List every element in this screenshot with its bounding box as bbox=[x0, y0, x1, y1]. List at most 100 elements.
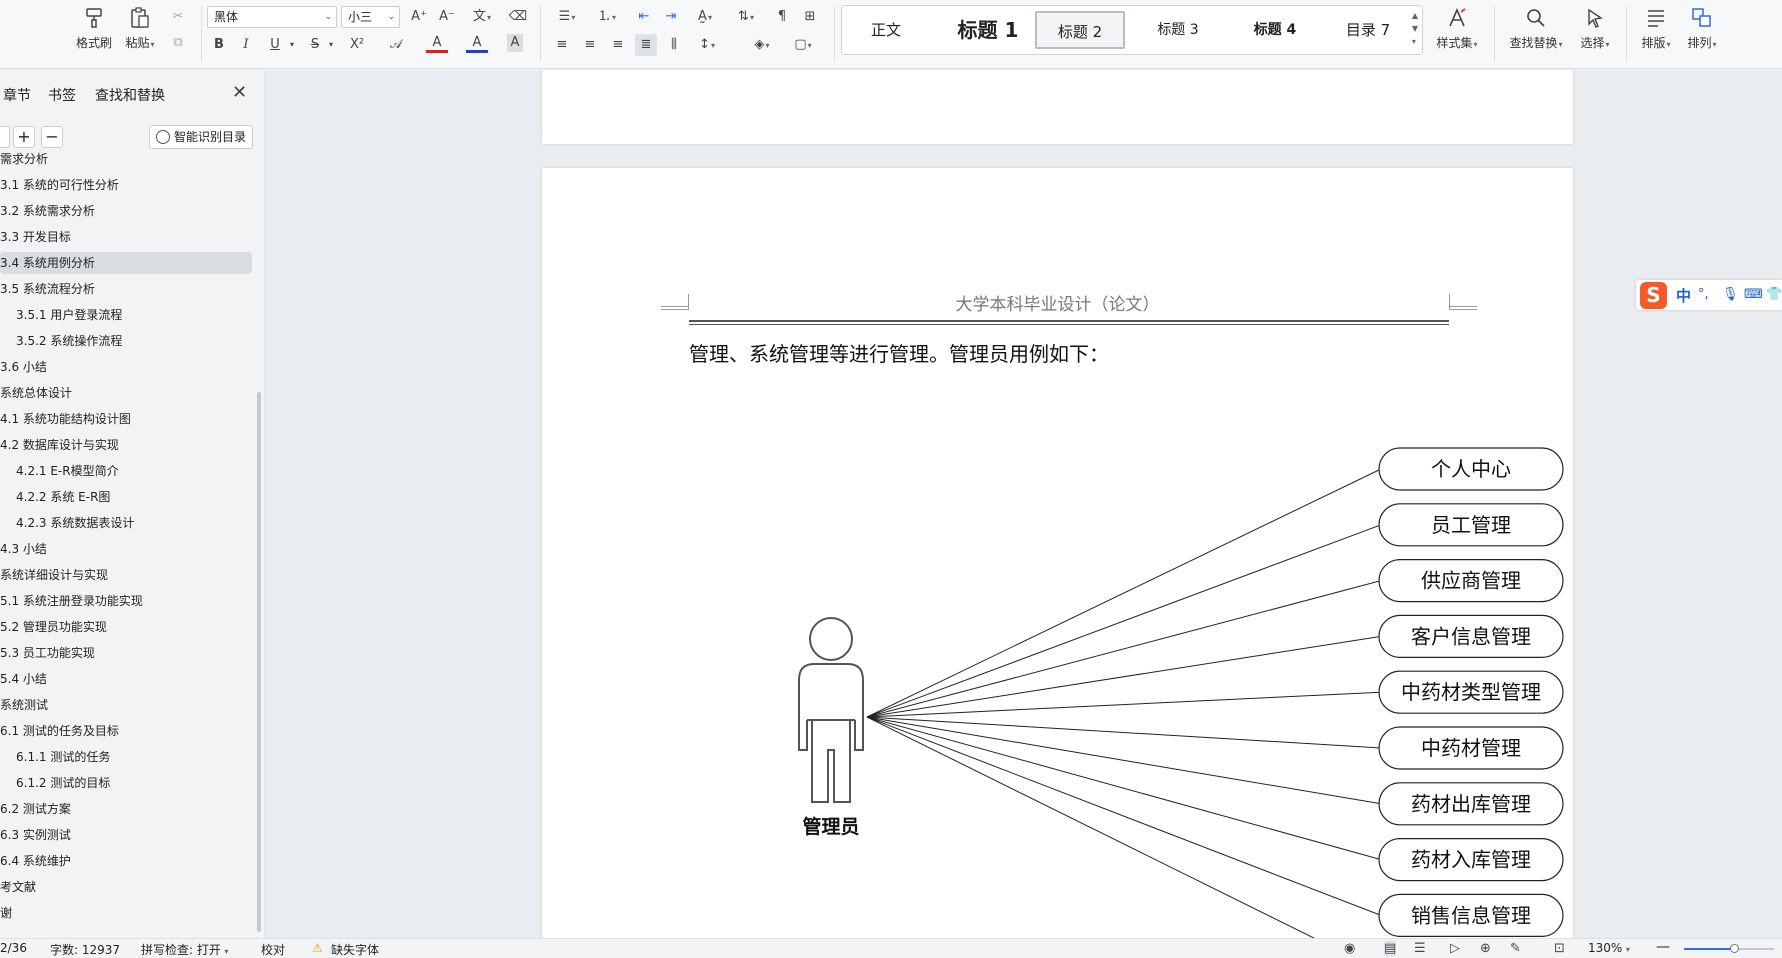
toc-item[interactable]: 系统总体设计 bbox=[0, 382, 252, 404]
play-icon[interactable]: ▷ bbox=[1450, 941, 1460, 956]
punctuation-icon[interactable]: °, bbox=[1698, 287, 1709, 302]
toc-item[interactable]: 3.4 系统用例分析 bbox=[0, 252, 252, 274]
bullet-list-icon[interactable]: ☰▾ bbox=[552, 6, 582, 28]
layout-button[interactable]: 排版▾ bbox=[1636, 4, 1676, 56]
cut-icon[interactable]: ✂ bbox=[167, 6, 189, 28]
char-shading-icon[interactable]: A bbox=[507, 34, 523, 52]
toc-item[interactable]: 4.2 数据库设计与实现 bbox=[0, 434, 252, 456]
toc-item[interactable]: 4.2.2 系统 E-R图 bbox=[0, 486, 252, 508]
toc-item[interactable]: 5.3 员工功能实现 bbox=[0, 642, 252, 664]
zoom-out-button[interactable]: — bbox=[1656, 939, 1670, 955]
toc-item[interactable]: 5.1 系统注册登录功能实现 bbox=[0, 590, 252, 612]
spell-check-toggle[interactable]: 拼写检查: 打开 ▾ bbox=[141, 941, 228, 958]
web-view-icon[interactable]: ⊕ bbox=[1480, 941, 1491, 956]
word-count[interactable]: 字数: 12937 bbox=[50, 941, 120, 958]
tab-chapters[interactable]: 章节 bbox=[3, 85, 31, 105]
expand-all-button[interactable]: + bbox=[13, 126, 35, 148]
distributed-align-icon[interactable]: ⫼ bbox=[663, 34, 685, 56]
style-heading-1[interactable]: 标题 1 bbox=[938, 11, 1038, 49]
tab-bookmarks[interactable]: 书签 bbox=[48, 85, 76, 105]
toc-item[interactable]: 3.6 小结 bbox=[0, 356, 252, 378]
tab-find-replace[interactable]: 查找和替换 bbox=[95, 85, 165, 105]
gallery-scroll-arrows[interactable]: ▲ ▼ ▾ bbox=[1412, 9, 1418, 48]
toc-item[interactable]: 6.3 实例测试 bbox=[0, 824, 252, 846]
numbered-list-icon[interactable]: ⒈▾ bbox=[592, 6, 622, 28]
zoom-level[interactable]: 130% ▾ bbox=[1588, 941, 1630, 955]
zoom-slider-handle[interactable] bbox=[1729, 944, 1739, 953]
proofread-button[interactable]: 校对 bbox=[261, 941, 285, 958]
justify-icon[interactable]: ≣ bbox=[635, 34, 657, 56]
style-normal[interactable]: 正文 bbox=[856, 11, 916, 49]
toc-item[interactable]: 3.1 系统的可行性分析 bbox=[0, 174, 252, 196]
borders-icon[interactable]: ▢▾ bbox=[788, 34, 818, 56]
underline-dropdown[interactable]: ▾ bbox=[281, 34, 303, 56]
text-direction-icon[interactable]: A̰▾ bbox=[690, 6, 720, 28]
superscript-button[interactable]: X² bbox=[343, 34, 371, 56]
toc-item[interactable]: 3.5 系统流程分析 bbox=[0, 278, 252, 300]
toc-item[interactable]: 考文献 bbox=[0, 876, 252, 898]
toc-item[interactable]: 3.5.1 用户登录流程 bbox=[0, 304, 252, 326]
decrease-indent-icon[interactable]: ⇤ bbox=[633, 6, 655, 28]
copy-icon[interactable]: ⧉ bbox=[167, 32, 189, 54]
paste-button[interactable]: 粘贴▾ bbox=[118, 4, 162, 56]
strikethrough-dropdown[interactable]: ▾ bbox=[320, 34, 342, 56]
find-replace-button[interactable]: 查找替换▾ bbox=[1506, 4, 1566, 56]
toc-item[interactable]: 3.2 系统需求分析 bbox=[0, 200, 252, 222]
shading-icon[interactable]: ◈▾ bbox=[747, 34, 777, 56]
ime-logo[interactable]: S bbox=[1640, 282, 1667, 309]
font-color-button[interactable]: A bbox=[466, 34, 488, 53]
shrink-font-icon[interactable]: A⁻ bbox=[436, 6, 458, 28]
grow-font-icon[interactable]: A⁺ bbox=[408, 6, 430, 28]
toc-item[interactable]: 5.2 管理员功能实现 bbox=[0, 616, 252, 638]
toc-item[interactable]: 4.1 系统功能结构设计图 bbox=[0, 408, 252, 430]
font-name-select[interactable]: 黑体 ⌄ bbox=[207, 6, 337, 28]
clear-format-icon[interactable]: ⌫ bbox=[507, 6, 529, 28]
line-spacing-icon[interactable]: ↕▾ bbox=[692, 34, 722, 56]
increase-indent-icon[interactable]: ⇥ bbox=[660, 6, 682, 28]
skin-icon[interactable]: 👕 bbox=[1766, 287, 1782, 302]
style-heading-2[interactable]: 标题 2 bbox=[1035, 11, 1125, 49]
page-indicator[interactable]: 2/36 bbox=[0, 941, 27, 955]
toc-item[interactable]: 3.3 开发目标 bbox=[0, 226, 252, 248]
smart-toc-button[interactable]: 智能识别目录 bbox=[149, 125, 253, 149]
toc-item[interactable]: 6.1.1 测试的任务 bbox=[0, 746, 252, 768]
outline-view-icon[interactable]: ☰ bbox=[1414, 941, 1426, 956]
microphone-icon[interactable]: 🎙 bbox=[1722, 287, 1739, 302]
toc-item[interactable]: 4.2.1 E-R模型简介 bbox=[0, 460, 252, 482]
document-area[interactable]: 大学本科毕业设计（论文） 管理、系统管理等进行管理。管理员用例如下： 管理员 个… bbox=[266, 70, 1782, 938]
toc-item[interactable]: 系统测试 bbox=[0, 694, 252, 716]
toc-item[interactable]: 5.4 小结 bbox=[0, 668, 252, 690]
phonetic-guide-icon[interactable]: 文▾ bbox=[466, 6, 498, 28]
align-left-icon[interactable]: ≡ bbox=[551, 34, 573, 56]
style-toc-7[interactable]: 目录 7 bbox=[1328, 11, 1408, 49]
italic-button[interactable]: I bbox=[235, 34, 257, 56]
style-heading-4[interactable]: 标题 4 bbox=[1230, 11, 1320, 49]
style-heading-3[interactable]: 标题 3 bbox=[1135, 11, 1221, 49]
ime-language-toggle[interactable]: 中 bbox=[1676, 285, 1691, 306]
pen-icon[interactable]: ✎ bbox=[1510, 941, 1521, 956]
ime-toolbar[interactable]: S 中 °, 🎙 ⌨ 👕 bbox=[1636, 280, 1782, 310]
format-painter-button[interactable]: 格式刷 bbox=[72, 4, 116, 56]
toc-item[interactable]: 4.2.3 系统数据表设计 bbox=[0, 512, 252, 534]
eye-protection-icon[interactable]: ◉ bbox=[1344, 941, 1355, 956]
fit-page-icon[interactable]: ⊡ bbox=[1554, 941, 1565, 956]
toc-item[interactable]: 6.1.2 测试的目标 bbox=[0, 772, 252, 794]
highlight-color-button[interactable]: A bbox=[426, 34, 448, 53]
toc-item[interactable]: 3.5.2 系统操作流程 bbox=[0, 330, 252, 352]
page-view-icon[interactable]: ▤ bbox=[1384, 941, 1397, 956]
table-tools-icon[interactable]: ⊞ bbox=[799, 6, 821, 28]
align-center-icon[interactable]: ≡ bbox=[579, 34, 601, 56]
toc-item[interactable]: 4.3 小结 bbox=[0, 538, 252, 560]
nav-scrollbar[interactable] bbox=[257, 392, 261, 932]
arrange-button[interactable]: 排列▾ bbox=[1682, 4, 1722, 56]
show-marks-icon[interactable]: ¶ bbox=[771, 6, 793, 28]
document-page[interactable]: 大学本科毕业设计（论文） 管理、系统管理等进行管理。管理员用例如下： 管理员 个… bbox=[542, 168, 1573, 938]
toc-item[interactable]: 系统详细设计与实现 bbox=[0, 564, 252, 586]
toc-item[interactable]: 需求分析 bbox=[0, 148, 252, 170]
toc-item[interactable]: 6.1 测试的任务及目标 bbox=[0, 720, 252, 742]
align-right-icon[interactable]: ≡ bbox=[607, 34, 629, 56]
keyboard-icon[interactable]: ⌨ bbox=[1744, 287, 1763, 302]
missing-font-button[interactable]: 缺失字体 bbox=[331, 941, 379, 958]
zoom-slider[interactable] bbox=[1684, 944, 1774, 953]
toc-item[interactable]: 6.2 测试方案 bbox=[0, 798, 252, 820]
